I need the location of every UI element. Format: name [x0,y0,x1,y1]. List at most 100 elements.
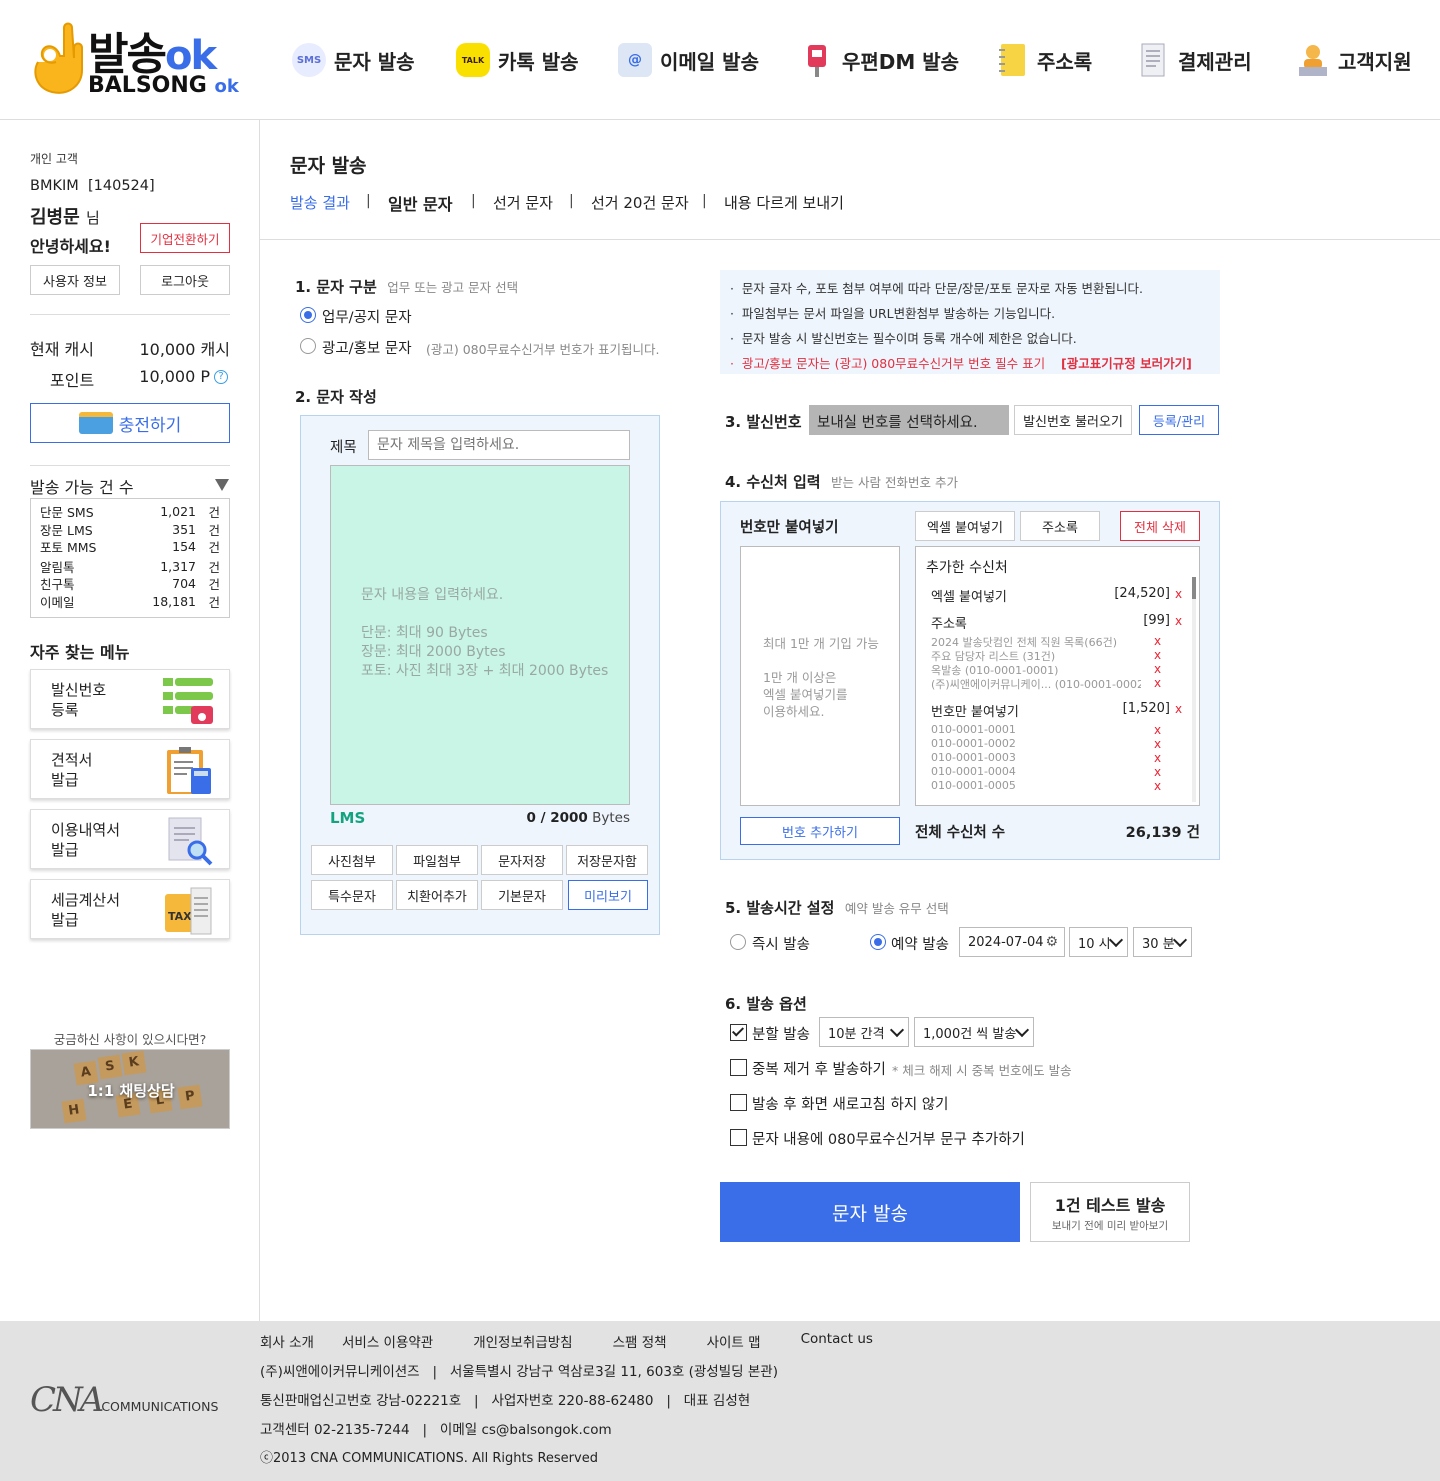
remove-item-icon[interactable]: x [1154,737,1161,751]
add-080-checkbox[interactable] [730,1129,747,1146]
nav-postal-dm[interactable]: 우편DM 발송 [800,40,959,80]
attach-photo-button[interactable]: 사진첨부 [311,845,393,875]
split-batch-select[interactable]: 1,000건 씩 발송 [914,1017,1034,1047]
remove-address-group-icon[interactable]: x [1175,614,1182,628]
nav-payment[interactable]: 결제관리 [1136,40,1252,80]
remove-item-icon[interactable]: x [1154,779,1161,793]
logout-button[interactable]: 로그아웃 [140,265,230,295]
dedupe-checkbox[interactable] [730,1059,747,1076]
remove-item-icon[interactable]: x [1154,648,1161,662]
subject-input[interactable] [368,430,630,460]
sec2-title: 2. 문자 작성 [295,388,377,406]
footer-link-privacy[interactable]: 개인정보취급방침 [473,1331,572,1351]
charge-button[interactable]: 충전하기 [30,403,230,443]
tab-election-20-sms[interactable]: 선거 20건 문자 [591,192,689,213]
register-manage-button[interactable]: 등록/관리 [1139,405,1219,435]
nav-sms[interactable]: SMS 문자 발송 [292,40,415,80]
remove-numbers-group-icon[interactable]: x [1175,702,1182,716]
cash-label: 현재 캐시 [30,340,94,359]
nav-email[interactable]: @ 이메일 발송 [618,40,759,80]
charge-label: 충전하기 [118,415,182,436]
save-message-button[interactable]: 문자저장 [481,845,563,875]
footer-link-contact[interactable]: Contact us [801,1331,873,1351]
nav-address-book[interactable]: 주소록 [995,40,1092,80]
excel-paste-button[interactable]: 엑셀 붙여넣기 [915,511,1015,541]
address-book-button[interactable]: 주소록 [1020,511,1100,541]
message-body-textarea[interactable]: 문자 내용을 입력하세요. 단문: 최대 90 Bytes 장문: 최대 200… [330,465,630,805]
tab-separator: | [569,193,574,209]
reserve-hour-select[interactable]: 10 시 [1069,927,1128,957]
ad-rules-link[interactable]: [광고표기규정 보러가기] [1061,356,1192,371]
logo-sub-ok-text: ok [214,76,239,97]
add-substitution-button[interactable]: 치환어추가 [396,880,478,910]
scrollbar-track[interactable] [1192,577,1196,802]
delete-all-button[interactable]: 전체 삭제 [1120,511,1200,541]
tab-different-content[interactable]: 내용 다르게 보내기 [724,192,844,213]
nav-label: 카톡 발송 [498,49,579,74]
count-name: 친구톡 [40,577,75,593]
count-value: 154 [172,539,196,555]
gear-icon[interactable]: ⚙ [1045,934,1058,950]
paste-hint: 이용하세요. [763,704,825,719]
attach-file-button[interactable]: 파일첨부 [396,845,478,875]
fav-usage-statement-issue[interactable]: 이용내역서 발급 [30,809,230,869]
remove-item-icon[interactable]: x [1154,723,1161,737]
footer-link-terms[interactable]: 서비스 이용약관 [342,1331,433,1351]
footer-link-spam[interactable]: 스팸 정책 [613,1331,667,1351]
reserve-minute-select[interactable]: 30 분 [1133,927,1192,957]
user-id: BMKIM [30,178,79,194]
fav-sender-number-register[interactable]: 발신번호 등록 [30,669,230,729]
nav-support[interactable]: 고객지원 [1296,40,1412,80]
footer-link-sitemap[interactable]: 사이트 맵 [707,1331,761,1351]
nav-kakaotalk[interactable]: TALK 카톡 발송 [456,40,579,80]
footer-link-company[interactable]: 회사 소개 [260,1331,314,1351]
remove-item-icon[interactable]: x [1154,634,1161,648]
paste-numbers-textarea[interactable]: 최대 1만 개 기입 가능 1만 개 이상은 엑셀 붙여넣기를 이용하세요. [740,546,900,806]
title-divider [260,239,1440,240]
reserve-date-input[interactable]: 2024-07-04 ⚙ [959,927,1065,957]
user-info-button[interactable]: 사용자 정보 [30,265,120,295]
test-send-label: 1건 테스트 발송 [1054,1195,1166,1215]
radio-send-now[interactable] [730,934,746,950]
tab-election-sms[interactable]: 선거 문자 [493,192,553,213]
add-number-button[interactable]: 번호 추가하기 [740,817,900,845]
help-icon[interactable]: ? [214,370,228,384]
fav-quotation-issue[interactable]: 견적서 발급 [30,739,230,799]
load-sender-number-button[interactable]: 발신번호 불러오기 [1014,405,1132,435]
remove-item-icon[interactable]: x [1154,765,1161,779]
remove-item-icon[interactable]: x [1154,662,1161,676]
saved-messages-button[interactable]: 저장문자함 [566,845,648,875]
footer-email[interactable]: 이메일 cs@balsongok.com [440,1422,612,1438]
collapse-triangle-icon[interactable] [215,479,229,491]
switch-corporate-button[interactable]: 기업전환하기 [140,223,230,253]
notice-text: 문자 발송 시 발신번호는 필수이며 등록 개수에 제한은 없습니다. [741,331,1077,346]
split-interval-select[interactable]: 10분 간격 [819,1017,909,1047]
default-message-button[interactable]: 기본문자 [481,880,563,910]
remove-excel-group-icon[interactable]: x [1175,587,1182,601]
tab-send-result[interactable]: 발송 결과 [290,192,350,213]
logo[interactable]: 발송ok BALSONG ok [0,0,240,120]
radio-business[interactable] [300,307,316,323]
ok-hand-logo-icon [34,22,83,94]
scrollbar-thumb[interactable] [1192,577,1196,599]
special-chars-button[interactable]: 특수문자 [311,880,393,910]
phone-register-icon [163,678,213,724]
send-sms-button[interactable]: 문자 발송 [720,1182,1020,1242]
split-send-checkbox[interactable] [730,1024,747,1041]
tab-general-sms[interactable]: 일반 문자 [388,191,452,215]
fav-tax-invoice-issue[interactable]: 세금계산서 발급 TAX [30,879,230,939]
no-refresh-checkbox[interactable] [730,1094,747,1111]
chat-consult-banner[interactable]: A S K H E L P 1:1 채팅상담 [30,1049,230,1129]
sender-number-select[interactable]: 보내실 번호를 선택하세요. [809,405,1009,435]
count-unit: 건 [208,522,220,538]
radio-advertising[interactable] [300,338,316,354]
remove-item-icon[interactable]: x [1154,751,1161,765]
question-text: 궁금하신 사항이 있으시다면? [53,1032,207,1047]
remove-item-icon[interactable]: x [1154,676,1161,690]
radio-reserve[interactable] [870,934,886,950]
count-value: 704 [172,576,196,592]
preview-button[interactable]: 미리보기 [568,880,648,910]
test-send-button[interactable]: 1건 테스트 발송 보내기 전에 미리 받아보기 [1030,1182,1190,1242]
cna-logo[interactable]: CNACOMMUNICATIONS [30,1380,240,1420]
count-value: 18,181 [152,593,196,609]
